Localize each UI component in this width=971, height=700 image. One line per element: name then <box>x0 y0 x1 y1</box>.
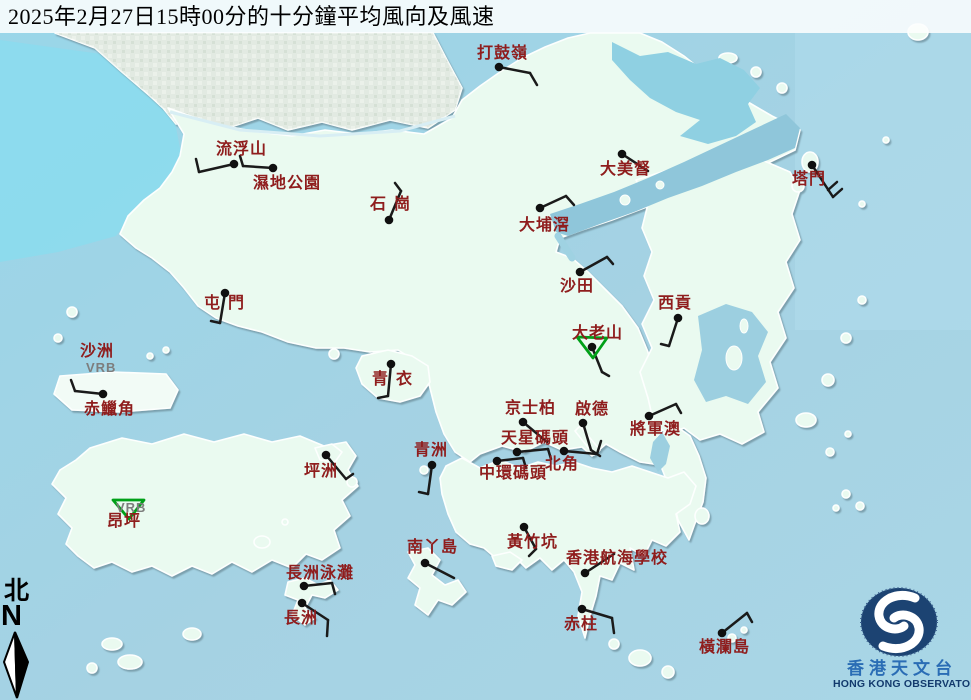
airport-island <box>54 372 178 412</box>
sharp-island <box>740 319 748 333</box>
north-arrow-icon <box>0 631 40 700</box>
hong-kong-map <box>0 0 971 700</box>
ma-wan-island <box>329 349 339 359</box>
map-title: 2025年2月27日15時00分的十分鐘平均風向及風速 <box>0 0 971 33</box>
lantau-island <box>52 434 358 576</box>
hko-logo-chinese: 香港天文台 <box>833 660 971 677</box>
hko-logo: 香港天文台 HONG KONG OBSERVATORY <box>833 572 971 700</box>
kau-sai-chau-island <box>726 346 742 370</box>
hko-logo-english: HONG KONG OBSERVATORY <box>833 679 971 690</box>
tolo-islet <box>656 181 664 189</box>
wind-map-app: 打鼓嶺流浮山濕地公園石崗大美督塔門大埔滘沙田屯門沙洲VRB赤鱲角青衣大老山西貢京… <box>0 0 971 700</box>
compass-north-letter: N <box>1 602 22 631</box>
mirs-bay-water <box>795 30 971 330</box>
hko-logo-icon <box>833 572 971 662</box>
tolo-islet <box>620 195 630 205</box>
north-compass: 北 N <box>0 579 44 700</box>
